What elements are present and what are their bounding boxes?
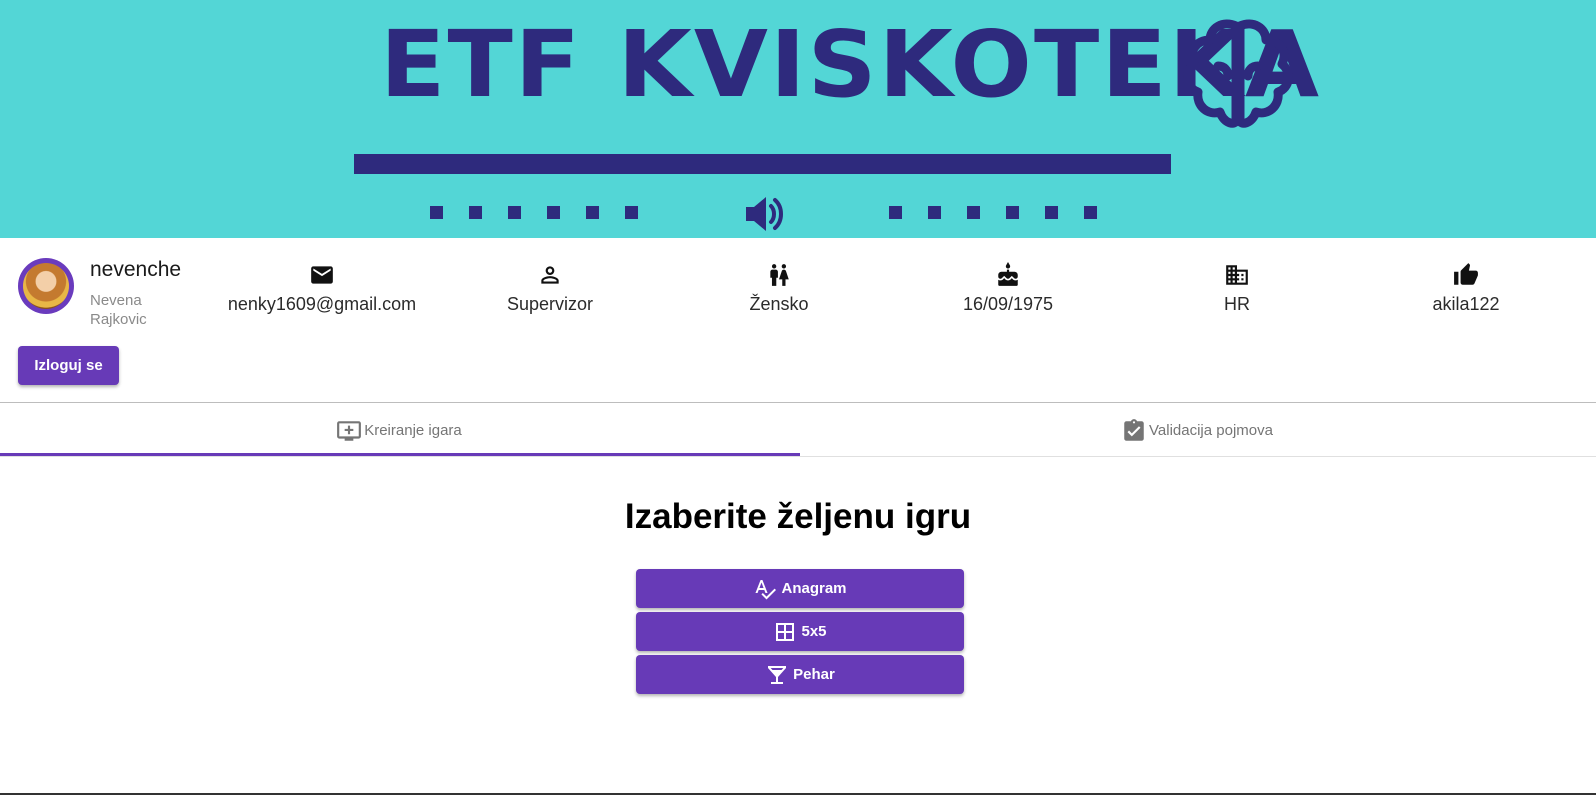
profile-department: HR	[1137, 262, 1337, 315]
logout-button[interactable]: Izloguj se	[18, 346, 119, 385]
profile-birthdate: 16/09/1975	[908, 262, 1108, 315]
grid-icon	[776, 622, 795, 641]
profile-last-name: Rajkovic	[90, 311, 147, 328]
profile-first-name: Nevena	[90, 292, 142, 309]
assignment-check-icon	[1124, 418, 1144, 441]
tab-validacija-pojmova[interactable]: Validacija pojmova	[798, 404, 1596, 457]
game-label: Anagram	[781, 580, 847, 597]
spellcheck-icon	[755, 579, 777, 599]
brain-icon	[1183, 19, 1293, 128]
mail-icon	[311, 266, 333, 284]
wc-icon	[770, 264, 789, 286]
profile-department-value: HR	[1224, 294, 1250, 314]
building-icon	[1226, 265, 1248, 285]
person-icon	[541, 266, 559, 284]
anagram-button[interactable]: Anagram	[636, 569, 964, 608]
banner-divider	[354, 154, 1171, 174]
profile-reference-value: akila122	[1432, 294, 1500, 314]
banner-dots-left	[430, 206, 638, 219]
profile-card: nevenche Nevena Rajkovic nenky1609@gmail…	[0, 238, 1596, 403]
add-to-queue-icon	[337, 420, 362, 441]
5x5-button[interactable]: 5x5	[636, 612, 964, 651]
profile-reference: akila122	[1366, 262, 1566, 315]
active-tab-indicator	[0, 453, 800, 456]
tab-label: Kreiranje igara	[364, 422, 462, 439]
profile-role-value: Supervizor	[506, 294, 594, 314]
tab-label: Validacija pojmova	[1149, 422, 1273, 439]
game-label: Pehar	[793, 666, 835, 683]
cake-icon	[998, 262, 1018, 286]
avatar	[18, 258, 74, 314]
banner-dots-right	[889, 206, 1097, 219]
page-title: Izaberite željenu igru	[624, 497, 972, 536]
pehar-button[interactable]: Pehar	[636, 655, 964, 694]
game-label: 5x5	[801, 623, 827, 640]
profile-email: nenky1609@gmail.com	[222, 262, 422, 315]
profile-role: Supervizor	[450, 262, 650, 315]
speaker-icon[interactable]	[742, 191, 788, 237]
profile-gender-value: Žensko	[749, 294, 809, 314]
profile-gender: Žensko	[679, 262, 879, 315]
banner: ETF KVISKOTEKA	[0, 0, 1596, 238]
thumbs-up-icon	[1454, 263, 1478, 285]
cup-icon	[768, 665, 787, 684]
tab-bar: Kreiranje igara Validacija pojmova	[0, 404, 1596, 457]
profile-email-value: nenky1609@gmail.com	[227, 294, 417, 314]
profile-fullname: Nevena Rajkovic	[90, 291, 180, 329]
tab-kreiranje-igara[interactable]: Kreiranje igara	[0, 404, 798, 457]
profile-username: nevenche	[90, 258, 182, 281]
profile-birthdate-value: 16/09/1975	[962, 294, 1054, 314]
